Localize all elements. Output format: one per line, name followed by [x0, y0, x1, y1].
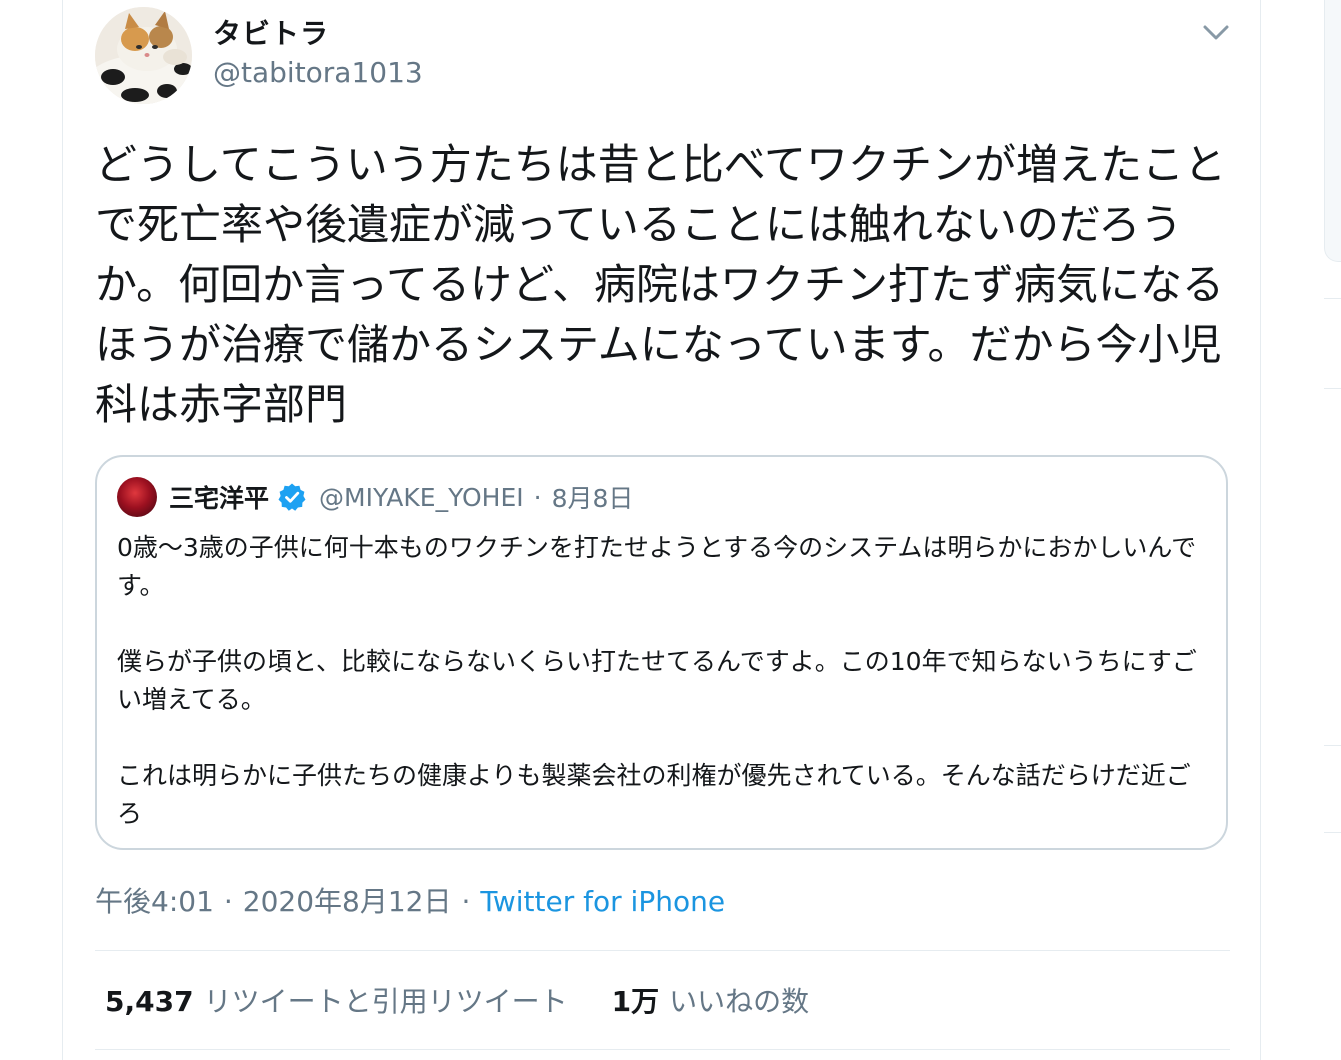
tweet-metadata: 午後4:01 · 2020年8月12日 · Twitter for iPhone	[95, 882, 725, 922]
retweets-stat[interactable]: 5,437 リツイートと引用リツイート	[105, 985, 568, 1018]
sidebar-divider	[1324, 298, 1341, 299]
likes-label: いいねの数	[669, 985, 810, 1018]
column-border-left	[62, 0, 63, 1060]
divider	[95, 1049, 1230, 1050]
tweet-time[interactable]: 午後4:01	[95, 885, 214, 918]
tweet-text: どうしてこういう方たちは昔と比べてワクチンが増えたことで死亡率や後遺症が減ってい…	[95, 140, 1227, 429]
quoted-tweet-date[interactable]: 8月8日	[552, 479, 634, 515]
cat-photo-icon	[95, 7, 192, 104]
tweet-date[interactable]: 2020年8月12日	[243, 885, 452, 918]
tweet-source-link[interactable]: Twitter for iPhone	[480, 885, 725, 918]
author-handle[interactable]: @tabitora1013	[213, 54, 423, 92]
quoted-author-handle[interactable]: @MIYAKE_YOHEI	[319, 483, 524, 512]
sidebar-partial	[1324, 0, 1341, 1060]
author-display-name[interactable]: タビトラ	[213, 14, 329, 54]
quoted-tweet-card[interactable]: 三宅洋平 @MIYAKE_YOHEI · 8月8日 0歳〜3歳の子供に何十本もの…	[95, 455, 1228, 850]
tweet-detail-page: タビトラ @tabitora1013 どうしてこういう方たちは昔と比べてワクチン…	[0, 0, 1341, 1060]
author-avatar[interactable]	[95, 7, 192, 104]
retweets-label: リツイートと引用リツイート	[203, 985, 568, 1018]
quoted-author-name[interactable]: 三宅洋平	[169, 479, 269, 515]
likes-stat[interactable]: 1万 いいねの数	[612, 985, 810, 1018]
sidebar-divider	[1324, 388, 1341, 389]
quoted-tweet-text: 0歳〜3歳の子供に何十本ものワクチンを打たせようとする今のシステムは明らかにおか…	[117, 533, 1197, 828]
separator-dot: ·	[223, 885, 233, 918]
verified-badge-icon	[277, 482, 307, 512]
tweet-stats: 5,437 リツイートと引用リツイート 1万 いいねの数	[105, 980, 809, 1024]
divider	[95, 950, 1230, 951]
sidebar-card	[1324, 0, 1341, 262]
separator-dot: ·	[533, 482, 542, 512]
likes-count: 1万	[611, 985, 660, 1018]
sidebar-divider	[1324, 745, 1341, 746]
chevron-down-icon[interactable]	[1200, 16, 1232, 48]
quoted-author-avatar[interactable]	[117, 477, 157, 517]
column-border-right	[1260, 0, 1261, 1060]
separator-dot: ·	[461, 885, 471, 918]
quoted-tweet-header: 三宅洋平 @MIYAKE_YOHEI · 8月8日	[169, 479, 633, 515]
sidebar-divider	[1324, 832, 1341, 833]
retweets-count: 5,437	[105, 985, 194, 1018]
